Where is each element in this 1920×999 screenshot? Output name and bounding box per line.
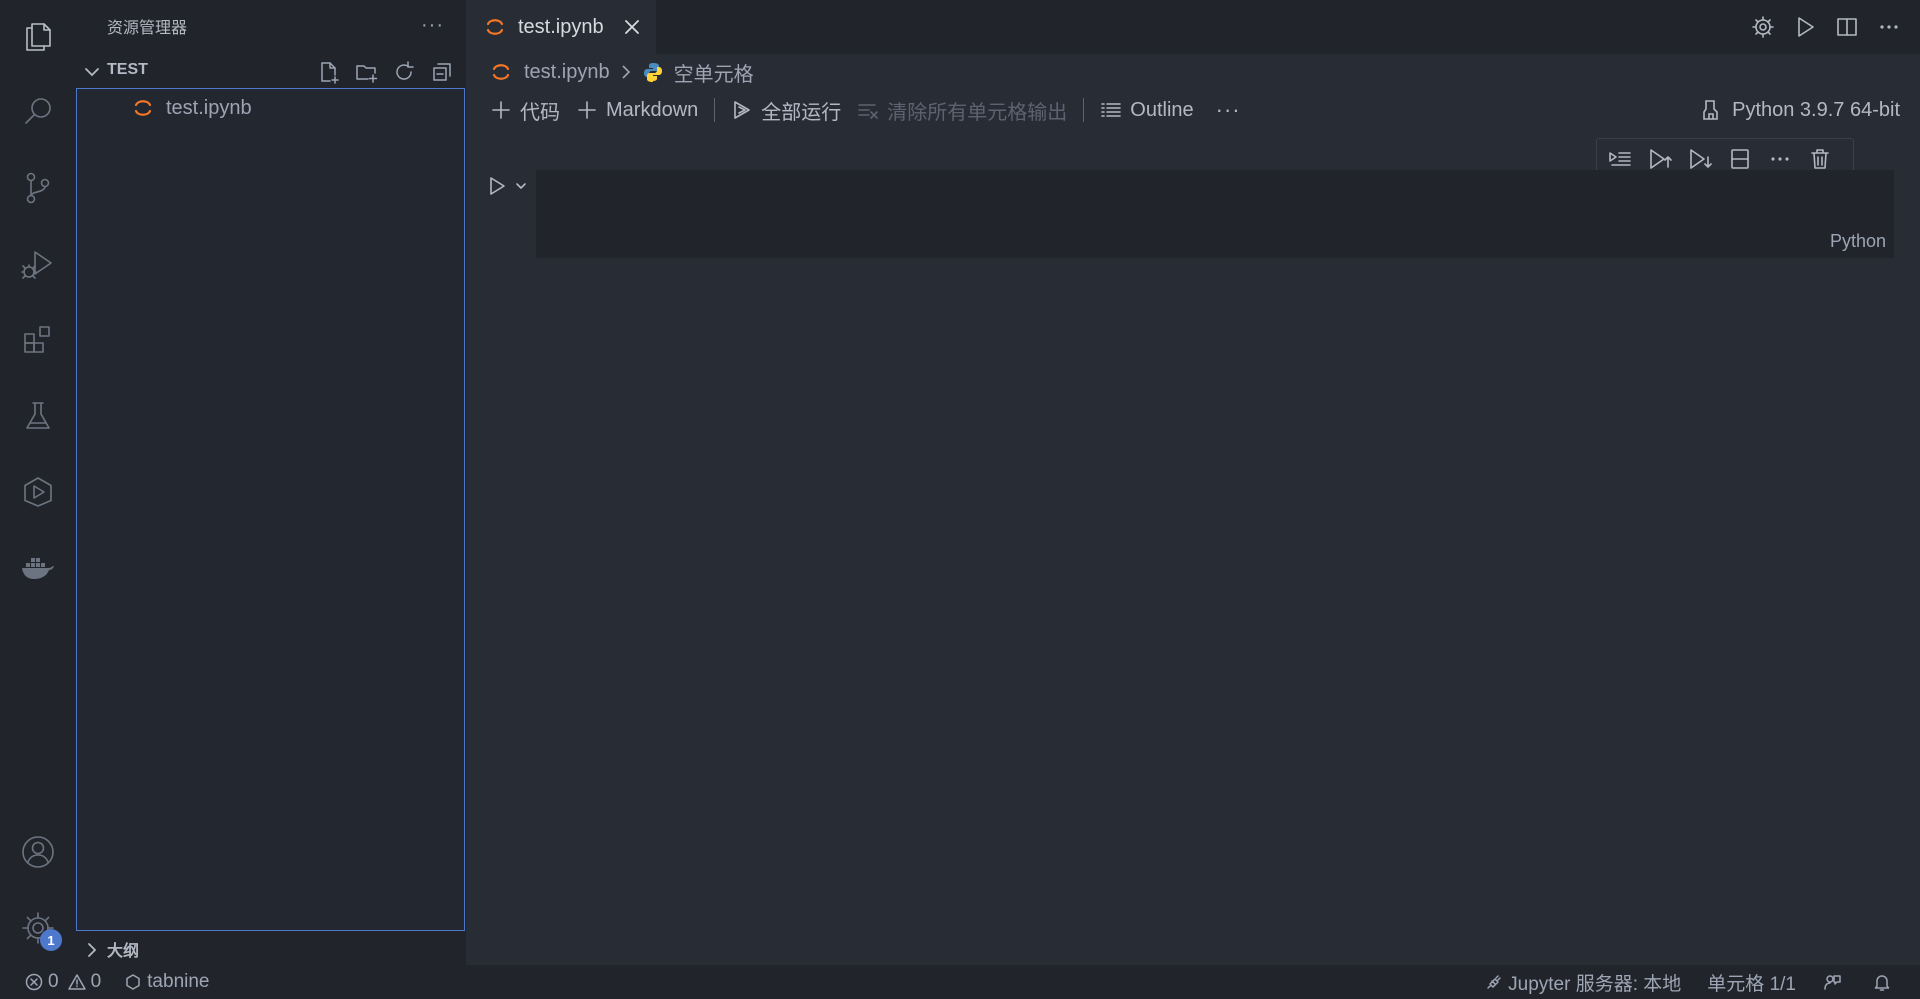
toolbar-divider xyxy=(714,98,716,122)
clear-outputs-button[interactable]: 清除所有单元格输出 xyxy=(849,92,1075,128)
run-below-icon[interactable] xyxy=(1687,145,1713,173)
chevron-right-icon xyxy=(622,65,630,79)
activity-bar: 1 xyxy=(0,0,75,965)
warning-count: 0 xyxy=(90,971,102,992)
file-tree: test.ipynb xyxy=(76,88,465,931)
more-actions-icon[interactable] xyxy=(1876,13,1902,41)
clear-all-icon xyxy=(858,104,879,119)
close-icon[interactable] xyxy=(622,17,642,37)
new-file-icon[interactable] xyxy=(314,59,342,85)
add-markdown-button[interactable]: Markdown xyxy=(568,92,706,128)
editor-actions xyxy=(1750,13,1902,41)
statusbar: 0 0 tabnine Jupyter 服务器: 本地 单元格 1/1 xyxy=(0,965,1920,999)
sidebar: 资源管理器 ··· TEST test.ipynb 大纲 xyxy=(75,0,466,965)
split-cell-icon[interactable] xyxy=(1727,145,1753,173)
bell-icon[interactable] xyxy=(1872,972,1896,992)
run-debug-icon[interactable] xyxy=(0,236,75,292)
clear-outputs-label: 清除所有单元格输出 xyxy=(887,101,1068,124)
problems-indicator[interactable]: 0 0 xyxy=(24,971,101,993)
editor-tabbar: test.ipynb xyxy=(466,0,1920,54)
jupyter-server-indicator[interactable]: Jupyter 服务器: 本地 xyxy=(1484,969,1681,996)
new-folder-icon[interactable] xyxy=(352,59,380,85)
sidebar-title: 资源管理器 xyxy=(107,20,188,37)
breadcrumb-cell[interactable]: 空单元格 xyxy=(674,58,754,87)
toolbar-divider xyxy=(1083,98,1085,122)
run-all-icon xyxy=(734,101,751,119)
list-icon xyxy=(1101,103,1122,117)
collapse-all-icon[interactable] xyxy=(428,59,456,85)
docker-icon[interactable] xyxy=(0,540,75,596)
code-cell-editor[interactable]: Python xyxy=(536,170,1894,258)
testing-icon[interactable] xyxy=(0,388,75,444)
settings-badge: 1 xyxy=(40,929,62,951)
outline-button-label: Outline xyxy=(1130,98,1194,121)
chevron-down-icon xyxy=(85,68,99,77)
warning-icon xyxy=(67,974,86,990)
cell-position-indicator[interactable]: 单元格 1/1 xyxy=(1707,969,1796,996)
add-markdown-label: Markdown xyxy=(606,98,699,121)
split-editor-icon[interactable] xyxy=(1834,13,1860,41)
more-icon[interactable] xyxy=(1767,145,1793,173)
kernel-label: Python 3.9.7 64-bit xyxy=(1732,98,1900,121)
kernel-icon xyxy=(1703,100,1718,120)
cell-position-label: 单元格 1/1 xyxy=(1707,973,1796,995)
jupyter-icon xyxy=(134,100,152,116)
outline-section[interactable]: 大纲 xyxy=(75,933,466,965)
feedback-icon[interactable] xyxy=(1822,972,1846,992)
breadcrumb-file[interactable]: test.ipynb xyxy=(524,61,610,84)
refresh-icon[interactable] xyxy=(390,59,418,85)
error-icon xyxy=(25,973,43,991)
run-all-label: 全部运行 xyxy=(761,101,842,124)
folder-row[interactable]: TEST xyxy=(75,55,466,87)
search-icon[interactable] xyxy=(0,84,75,140)
play-icon xyxy=(490,177,505,195)
accounts-icon[interactable] xyxy=(0,824,75,880)
jupyter-server-label: Jupyter 服务器: 本地 xyxy=(1508,973,1682,995)
tabnine-indicator[interactable]: tabnine xyxy=(123,971,210,993)
extensions-icon[interactable] xyxy=(0,312,75,368)
notebook-toolbar: 代码 Markdown 全部运行 清除所有单元格输出 Outline ··· xyxy=(482,92,1255,128)
breadcrumb: test.ipynb 空单元格 xyxy=(490,58,754,86)
explorer-icon[interactable] xyxy=(0,8,75,64)
plus-icon xyxy=(492,101,510,119)
statusbar-right: Jupyter 服务器: 本地 单元格 1/1 xyxy=(1484,965,1896,999)
kernel-picker[interactable]: Python 3.9.7 64-bit xyxy=(1700,92,1900,128)
statusbar-left: 0 0 tabnine xyxy=(24,965,210,999)
delete-icon[interactable] xyxy=(1807,145,1833,173)
folder-actions xyxy=(314,59,456,85)
tabnine-icon xyxy=(126,974,140,990)
tab-label: test.ipynb xyxy=(518,15,604,38)
chevron-down-icon[interactable] xyxy=(514,179,528,193)
folder-name: TEST xyxy=(107,61,148,78)
sidebar-header: 资源管理器 xyxy=(75,0,466,52)
execute-above-icon[interactable] xyxy=(1607,145,1633,173)
run-all-button[interactable]: 全部运行 xyxy=(723,92,849,128)
cell-run-button[interactable] xyxy=(486,174,528,198)
plug-icon xyxy=(1487,975,1501,989)
manage-gear-icon[interactable] xyxy=(0,900,75,956)
plus-icon xyxy=(578,101,596,119)
outline-label: 大纲 xyxy=(107,943,140,960)
cell-language[interactable]: Python xyxy=(1830,231,1886,252)
tab-test-ipynb[interactable]: test.ipynb xyxy=(466,0,656,54)
jupyter-icon xyxy=(492,64,510,80)
run-icon[interactable] xyxy=(1792,13,1818,41)
gear-icon[interactable] xyxy=(1750,13,1776,41)
add-code-label: 代码 xyxy=(520,101,560,124)
run-above-icon[interactable] xyxy=(1647,145,1673,173)
chevron-right-icon xyxy=(88,943,97,957)
sidebar-more-button[interactable]: ··· xyxy=(421,14,444,37)
error-count: 0 xyxy=(48,971,59,992)
file-item[interactable]: test.ipynb xyxy=(132,94,252,122)
python-icon xyxy=(643,63,662,82)
add-code-button[interactable]: 代码 xyxy=(482,92,568,128)
toolbar-more-button[interactable]: ··· xyxy=(1202,97,1255,123)
source-control-icon[interactable] xyxy=(0,160,75,216)
remote-explorer-icon[interactable] xyxy=(0,464,75,520)
tabnine-label: tabnine xyxy=(147,971,210,992)
outline-button[interactable]: Outline xyxy=(1092,92,1201,128)
file-name: test.ipynb xyxy=(166,96,252,119)
jupyter-icon xyxy=(486,19,504,35)
